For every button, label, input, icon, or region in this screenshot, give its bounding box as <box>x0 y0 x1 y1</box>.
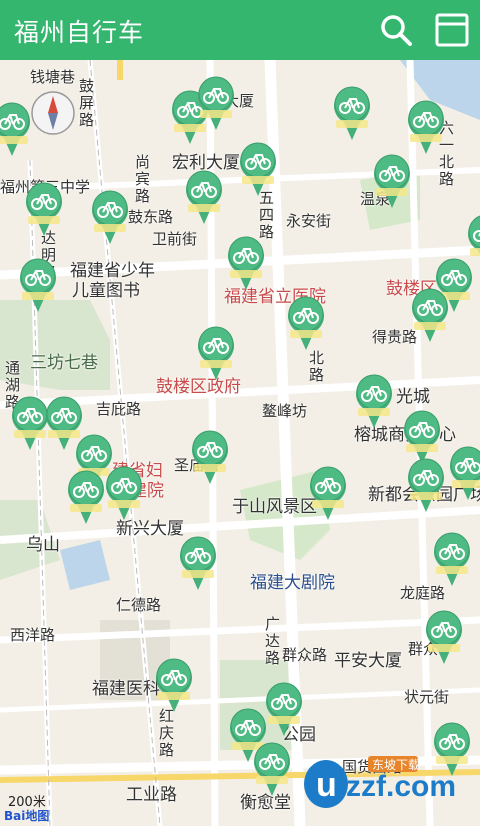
bike-station-marker[interactable] <box>0 100 32 158</box>
bike-station-marker[interactable] <box>90 188 130 246</box>
bike-station-marker[interactable] <box>238 140 278 198</box>
list-icon[interactable] <box>434 12 470 48</box>
app-title: 福州自行车 <box>14 18 145 47</box>
bike-station-marker[interactable] <box>424 608 464 666</box>
poi-label: 福建大剧院 <box>250 573 335 593</box>
bike-station-marker[interactable] <box>66 468 106 526</box>
bike-station-marker[interactable] <box>410 286 450 344</box>
search-icon[interactable] <box>378 12 414 48</box>
road-label: 广达路 <box>263 616 281 667</box>
bike-station-marker[interactable] <box>226 234 266 292</box>
road-label: 西洋路 <box>10 626 56 644</box>
compass-icon[interactable] <box>30 90 76 136</box>
svg-text:u: u <box>316 766 337 804</box>
bike-station-marker[interactable] <box>286 294 326 352</box>
road-label: 永安街 <box>286 212 332 230</box>
svg-text:zzf.com: zzf.com <box>346 770 456 803</box>
poi-label: 于山风景区 <box>232 497 317 517</box>
uzzf-watermark: u zzf.com 东坡下载 <box>304 756 456 808</box>
poi-label: 平安大厦 <box>334 651 402 671</box>
road-label: 北路 <box>307 350 325 384</box>
road-label: 钱塘巷 <box>30 68 76 86</box>
bike-station-marker[interactable] <box>264 680 304 738</box>
map-view[interactable]: 钱塘巷 鼓屏路 大厦 宏利大厦 福州第三中学 尚宾路 鼓东路 卫前街 五四路 永… <box>0 60 480 826</box>
bike-station-marker[interactable] <box>184 168 224 226</box>
area-label: 三坊七巷 <box>30 353 98 373</box>
bike-station-marker[interactable] <box>24 180 64 238</box>
bike-station-marker[interactable] <box>332 84 372 142</box>
bike-station-marker[interactable] <box>432 530 472 588</box>
bike-station-marker[interactable] <box>196 324 236 382</box>
poi-label: 福建医科 <box>92 679 160 699</box>
road-label: 群众路 <box>282 646 328 664</box>
bike-station-marker[interactable] <box>18 256 58 314</box>
bike-station-marker[interactable] <box>178 534 218 592</box>
bike-station-marker[interactable] <box>308 464 348 522</box>
road-label: 仁德路 <box>116 596 162 614</box>
bike-station-marker[interactable] <box>196 74 236 132</box>
svg-text:东坡下载: 东坡下载 <box>372 758 420 772</box>
bike-station-marker[interactable] <box>372 152 412 210</box>
road-label: 鼓屏路 <box>77 78 95 129</box>
road-label: 状元街 <box>404 688 450 706</box>
road-label: 鳌峰坊 <box>262 402 308 420</box>
bike-station-marker[interactable] <box>154 656 194 714</box>
bike-station-marker[interactable] <box>406 98 446 156</box>
road-label: 鼓东路 <box>128 208 174 226</box>
bike-station-marker[interactable] <box>354 372 394 430</box>
road-label: 吉庇路 <box>96 400 142 418</box>
road-label: 工业路 <box>126 785 177 805</box>
bike-station-marker[interactable] <box>252 740 292 798</box>
poi-label: 光城 <box>396 387 430 407</box>
bike-station-marker[interactable] <box>406 456 446 514</box>
poi-label: 儿童图书 <box>72 281 140 301</box>
bike-station-marker[interactable] <box>448 444 480 502</box>
baidu-logo: Bai地图 <box>4 809 50 823</box>
bike-station-marker[interactable] <box>190 428 230 486</box>
road-label: 红庆路 <box>157 708 175 759</box>
app-bar: 福州自行车 <box>0 0 480 60</box>
road-label: 尚宾路 <box>133 154 151 205</box>
bike-station-marker[interactable] <box>104 464 144 522</box>
poi-label: 乌山 <box>26 535 60 555</box>
road-label: 卫前街 <box>152 230 198 248</box>
